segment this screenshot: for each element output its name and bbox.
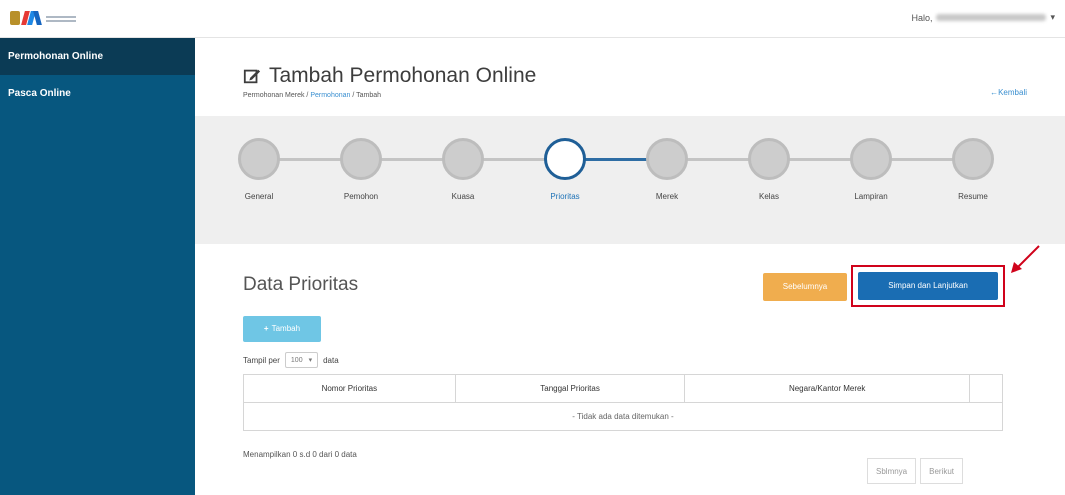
step-label: Kelas — [758, 192, 779, 201]
step-kuasa[interactable]: Kuasa — [423, 138, 503, 201]
user-menu[interactable]: Halo, ▾ — [911, 12, 1055, 23]
arrow-left-icon: ← — [990, 88, 999, 97]
step-pemohon[interactable]: Pemohon — [321, 138, 401, 201]
step-circle — [748, 138, 790, 180]
page-title-text: Tambah Permohonan Online — [269, 64, 537, 87]
step-circle-active — [544, 138, 586, 180]
priority-table: Nomor Prioritas Tanggal Prioritas Negara… — [243, 374, 1003, 431]
sidebar: Permohonan Online Pasca Online — [0, 38, 195, 495]
breadcrumb-root: Permohonan Merek — [243, 92, 305, 99]
emblem-icon — [10, 11, 20, 25]
page-size-suffix: data — [323, 355, 339, 365]
empty-table-message: - Tidak ada data ditemukan - — [243, 402, 1003, 431]
page-size-value: 100 — [290, 356, 303, 364]
user-email-redacted — [936, 14, 1047, 21]
step-label: Merek — [655, 192, 679, 201]
breadcrumb-current: Tambah — [356, 92, 382, 99]
step-merek[interactable]: Merek — [627, 138, 707, 201]
step-label: Pemohon — [343, 192, 379, 201]
add-button-label: Tambah — [271, 324, 301, 333]
wizard-stepper: General Pemohon Kuasa Prioritas Merek Ke… — [195, 116, 1065, 244]
step-circle — [238, 138, 280, 180]
greeting-text: Halo, — [911, 12, 933, 23]
column-header-nomor[interactable]: Nomor Prioritas — [243, 374, 456, 403]
column-header-actions — [969, 374, 1003, 403]
logo-text — [46, 14, 76, 22]
step-circle — [340, 138, 382, 180]
page-size-control: Tampil per 100 ▾ data — [243, 352, 339, 368]
page-size-prefix: Tampil per — [243, 355, 280, 365]
breadcrumb: Permohonan Merek / Permohonan / Tambah — [243, 92, 381, 99]
sidebar-item-permohonan-online[interactable]: Permohonan Online — [0, 38, 195, 75]
annotation-arrow-icon — [1011, 245, 1040, 273]
chevron-down-icon: ▾ — [308, 357, 313, 364]
edit-icon — [243, 69, 261, 84]
priority-section: Data Prioritas Sebelumnya Simpan dan Lan… — [195, 244, 1065, 495]
step-resume[interactable]: Resume — [933, 138, 1013, 201]
step-circle — [442, 138, 484, 180]
table-info: Menampilkan 0 s.d 0 dari 0 data — [243, 450, 357, 459]
pagination-previous[interactable]: Sblmnya — [867, 458, 917, 484]
page-size-select[interactable]: 100 ▾ — [284, 352, 319, 368]
back-link-label: Kembali — [998, 88, 1027, 97]
step-circle — [646, 138, 688, 180]
column-header-tanggal[interactable]: Tanggal Prioritas — [454, 374, 686, 403]
step-label: Prioritas — [550, 192, 580, 201]
step-label: Lampiran — [854, 192, 888, 201]
breadcrumb-link-permohonan[interactable]: Permohonan — [310, 92, 350, 99]
sidebar-item-pasca-online[interactable]: Pasca Online — [0, 75, 195, 112]
pagination: Sblmnya Berikut — [867, 458, 964, 484]
page-title: Tambah Permohonan Online — [243, 64, 536, 88]
table-header-row: Nomor Prioritas Tanggal Prioritas Negara… — [243, 374, 1003, 403]
dgip-logo-icon — [21, 11, 43, 25]
highlight-box: Simpan dan Lanjutkan — [851, 265, 1005, 307]
top-bar: Halo, ▾ — [0, 0, 1065, 38]
table-row: - Tidak ada data ditemukan - — [243, 402, 1003, 431]
step-label: General — [244, 192, 274, 201]
add-priority-button[interactable]: + Tambah — [243, 316, 321, 342]
plus-icon: + — [263, 324, 269, 333]
step-label: Resume — [958, 192, 988, 201]
pagination-next[interactable]: Berikut — [920, 458, 964, 484]
step-general[interactable]: General — [219, 138, 299, 201]
column-header-negara[interactable]: Negara/Kantor Merek — [684, 374, 971, 403]
step-kelas[interactable]: Kelas — [729, 138, 809, 201]
save-and-continue-button[interactable]: Simpan dan Lanjutkan — [858, 272, 998, 300]
back-link[interactable]: ←Kembali — [990, 88, 1027, 97]
previous-button[interactable]: Sebelumnya — [763, 273, 847, 301]
section-title: Data Prioritas — [243, 274, 359, 295]
page-header: Tambah Permohonan Online Permohonan Mere… — [195, 38, 1065, 116]
step-lampiran[interactable]: Lampiran — [831, 138, 911, 201]
chevron-down-icon: ▾ — [1050, 12, 1055, 22]
step-label: Kuasa — [451, 192, 475, 201]
app-logo[interactable] — [10, 10, 76, 26]
main-content: Tambah Permohonan Online Permohonan Mere… — [195, 38, 1065, 495]
step-circle — [952, 138, 994, 180]
step-prioritas[interactable]: Prioritas — [525, 138, 605, 201]
step-circle — [850, 138, 892, 180]
